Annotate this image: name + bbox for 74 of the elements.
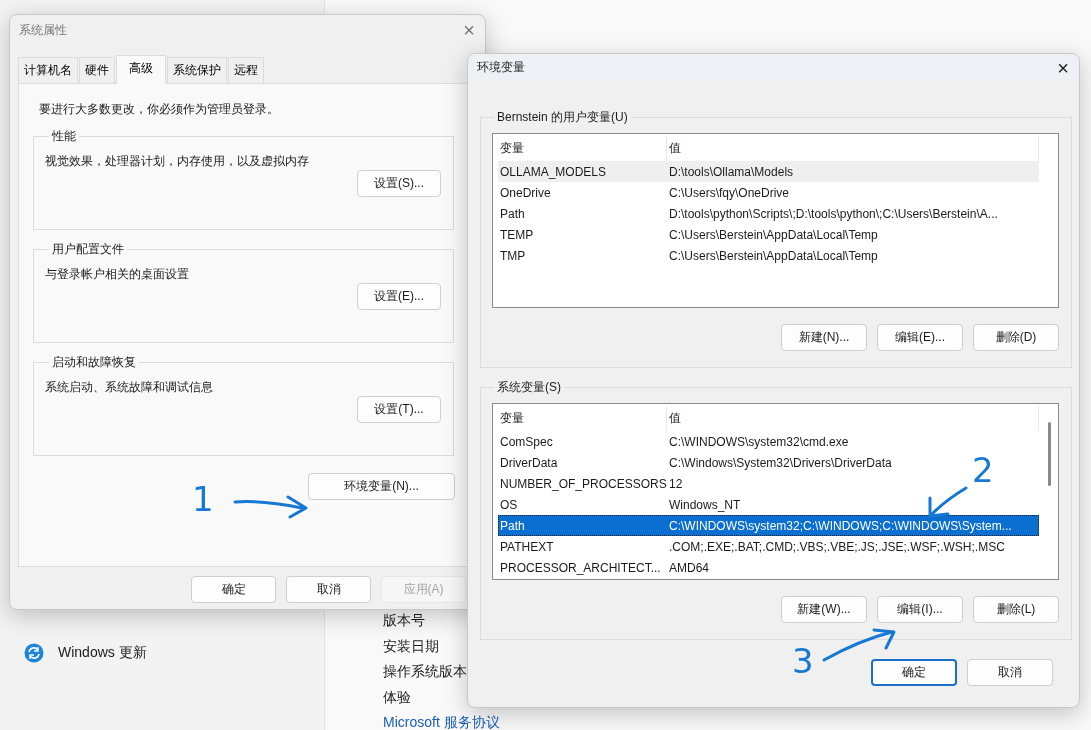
variable-row[interactable]: TEMP C:\Users\Berstein\AppData\Local\Temp [498, 224, 1039, 245]
tab[interactable]: 系统保护 [167, 57, 227, 83]
variable-button[interactable]: 删除(D) [973, 324, 1059, 351]
annotation-number: 2 [972, 453, 994, 487]
variable-row[interactable]: Path D:\tools\python\Scripts\;D:\tools\python\;C:\Users\Berstein\A... [498, 203, 1039, 224]
table-cell-text: C:\Users\Berstein\AppData\Local\Temp [668, 248, 878, 263]
dialog-button[interactable]: 确定 [191, 576, 276, 603]
table-cell-text: C:\Users\Berstein\AppData\Local\Temp [668, 227, 878, 242]
table-cell-text: Path [499, 206, 525, 221]
table-cell-text: TMP [499, 248, 526, 263]
variable-row[interactable]: OneDrive C:\Users\fqy\OneDrive [498, 182, 1039, 203]
table-cell-text: OS [499, 497, 518, 512]
tab[interactable]: 硬件 [79, 57, 115, 83]
table-cell-text: .COM;.EXE;.BAT;.CMD;.VBS;.VBE;.JS;.JSE;.WSF;.WSH;.MSC [668, 539, 1005, 554]
settings-button[interactable]: 设置(S)... [357, 170, 441, 197]
info-label: 体验 [383, 687, 411, 707]
window-title: 环境变量 [477, 59, 525, 76]
table-cell-text: D:\tools\python\Scripts\;D:\tools\python\;C:\Users\Berstein\A... [668, 206, 998, 221]
info-label: 版本号 [383, 611, 425, 630]
settings-button[interactable]: 设置(T)... [357, 396, 441, 423]
annotation-number: 1 [192, 482, 214, 516]
group-title: 性能 [51, 128, 77, 145]
settings-button[interactable]: 设置(E)... [357, 283, 441, 310]
dialog-button[interactable]: 取消 [286, 576, 371, 603]
variable-button[interactable]: 删除(L) [973, 596, 1059, 623]
admin-notice: 要进行大多数更改，你必须作为管理员登录。 [39, 101, 280, 118]
environment-variables-button[interactable]: 环境变量(N)... [308, 473, 455, 500]
close-button[interactable]: × [1053, 57, 1073, 78]
table-cell-text: DriverData [499, 455, 558, 470]
table-cell-text: ComSpec [499, 434, 553, 449]
tab[interactable]: 高级 [116, 55, 166, 84]
group-description: 视觉效果，处理器计划，内存使用，以及虚拟内存 [45, 153, 310, 170]
nav-label[interactable]: Windows 更新 [58, 644, 147, 662]
tab[interactable]: 远程 [228, 57, 264, 83]
table-cell-text: C:\Users\fqy\OneDrive [668, 185, 790, 200]
tab[interactable]: 计算机名 [18, 57, 78, 83]
group-title: Bernstein 的用户变量(U) [496, 109, 629, 126]
group-title: 系统变量(S) [496, 379, 562, 396]
group-description: 系统启动、系统故障和调试信息 [45, 379, 214, 396]
variable-button[interactable]: 新建(W)... [781, 596, 867, 623]
window-title: 系统属性 [19, 21, 67, 39]
table-cell-text: OneDrive [499, 185, 551, 200]
table-cell-text: NUMBER_OF_PROCESSORS [499, 476, 667, 491]
variable-button[interactable]: 新建(N)... [781, 324, 867, 351]
table-cell-text: C:\Windows\System32\Drivers\DriverData [668, 455, 892, 470]
refresh-icon [24, 643, 44, 663]
column-header[interactable]: 变量 [498, 406, 667, 431]
table-cell-text: C:\WINDOWS\system32;C:\WINDOWS;C:\WINDOWS\System... [668, 518, 1012, 533]
table-cell-text: PATHEXT [499, 539, 554, 554]
table-cell-text: D:\tools\Ollama\Models [668, 164, 794, 179]
group-title: 启动和故障恢复 [51, 354, 137, 371]
info-label: 操作系统版本 [383, 662, 467, 681]
group-title: 用户配置文件 [51, 241, 125, 258]
variable-row[interactable]: Path C:\WINDOWS\system32;C:\WINDOWS;C:\WINDOWS\System... [498, 515, 1039, 536]
annotation-number: 3 [792, 644, 814, 678]
agreement-link[interactable]: Microsoft 服务协议 [383, 710, 500, 730]
table-cell-text: TEMP [499, 227, 534, 242]
table-cell-text: 12 [668, 476, 683, 491]
table-cell-text: OLLAMA_MODELS [499, 164, 607, 179]
column-header[interactable]: 值 [667, 406, 1039, 431]
table-cell-text: PROCESSOR_ARCHITECT... [499, 560, 661, 575]
close-button[interactable]: × [459, 20, 479, 40]
variable-button[interactable]: 编辑(I)... [877, 596, 963, 623]
table-cell-text: Windows_NT [668, 497, 741, 512]
table-cell-text: AMD64 [668, 560, 709, 575]
variable-row[interactable]: OLLAMA_MODELS D:\tools\Ollama\Models [498, 161, 1039, 182]
group-description: 与登录帐户相关的桌面设置 [45, 266, 190, 283]
dialog-button[interactable]: 取消 [967, 659, 1053, 686]
table-cell-text: Path [499, 518, 525, 533]
variable-button[interactable]: 编辑(E)... [877, 324, 963, 351]
info-label: 安装日期 [383, 636, 439, 656]
dialog-button[interactable]: 确定 [871, 659, 957, 686]
table-cell-text: C:\WINDOWS\system32\cmd.exe [668, 434, 849, 449]
variable-row[interactable]: TMP C:\Users\Berstein\AppData\Local\Temp [498, 245, 1039, 266]
